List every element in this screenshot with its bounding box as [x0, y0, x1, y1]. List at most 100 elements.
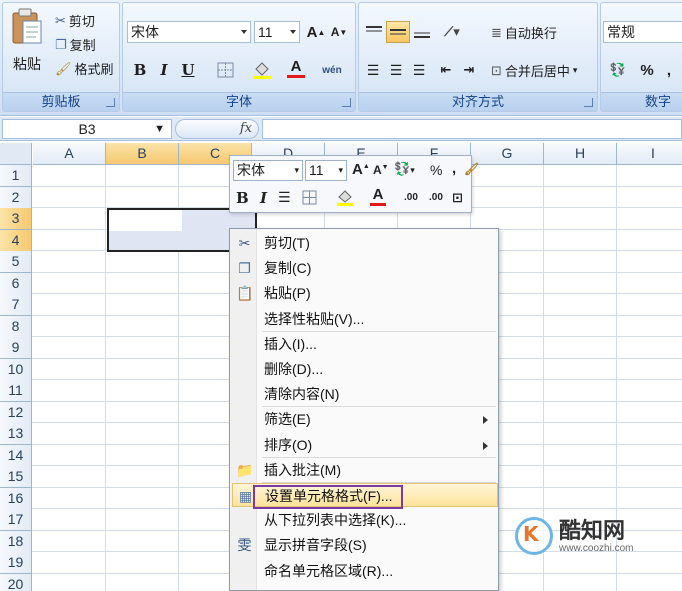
row-header-5[interactable]: 5	[0, 251, 32, 273]
row-header-20[interactable]: 20	[0, 573, 32, 591]
insert-function-icon[interactable]: fx	[240, 121, 252, 136]
mini-increase-decimal-button[interactable]: .00	[404, 192, 418, 203]
wrap-text-button[interactable]: ≣ 自动换行	[491, 23, 557, 42]
increase-indent-button[interactable]: ⇥	[458, 59, 480, 81]
column-header-g[interactable]: G	[471, 143, 544, 165]
font-launcher-icon[interactable]	[342, 98, 351, 107]
mini-font-name-combo[interactable]: 宋体 ▾	[233, 160, 303, 181]
row-header-12[interactable]: 12	[0, 401, 32, 424]
borders-button[interactable]	[211, 59, 241, 81]
menu-item-4[interactable]: 插入(I)...	[232, 332, 498, 356]
mini-fill-color-button[interactable]	[336, 189, 354, 210]
mini-merge-button[interactable]: ⊡	[452, 190, 463, 206]
column-header-b[interactable]: B	[106, 143, 179, 165]
menu-item-5[interactable]: 删除(D)...	[232, 357, 498, 381]
row-header-16[interactable]: 16	[0, 487, 32, 510]
mini-comma-button[interactable]: ,	[452, 160, 456, 177]
scissors-icon: ✂	[238, 235, 251, 251]
row-header-8[interactable]: 8	[0, 315, 32, 338]
brush-icon: 🖌	[55, 60, 72, 76]
phonetic-button[interactable]: wén	[317, 59, 347, 81]
menu-item-3[interactable]: 选择性粘贴(V)...	[232, 307, 498, 331]
menu-item-6[interactable]: 清除内容(N)	[232, 382, 498, 406]
bold-button[interactable]: B	[129, 59, 151, 81]
orientation-button[interactable]: ⟋▾	[437, 21, 467, 43]
menu-item-7[interactable]: 筛选(E)	[232, 407, 498, 431]
chevron-down-icon[interactable]: ▼	[154, 120, 165, 138]
italic-button[interactable]: I	[153, 59, 175, 81]
font-name-value: 宋体	[131, 24, 159, 40]
percent-button[interactable]: %	[637, 59, 657, 81]
row-header-1[interactable]: 1	[0, 165, 32, 187]
mini-format-painter-button[interactable]: 🖌	[464, 162, 479, 176]
row-header-18[interactable]: 18	[0, 530, 32, 553]
outdent-icon: ⇤	[440, 62, 452, 77]
row-header-17[interactable]: 17	[0, 509, 32, 531]
menu-item-9[interactable]: 📁 插入批注(M)	[232, 458, 498, 482]
menu-item-11[interactable]: 从下拉列表中选择(K)...	[232, 508, 498, 532]
align-middle-button[interactable]	[386, 21, 410, 43]
mini-accounting-button[interactable]: 💱▾	[394, 161, 415, 177]
row-header-3[interactable]: 3	[0, 208, 32, 230]
row-header-13[interactable]: 13	[0, 423, 32, 445]
row-header-15[interactable]: 15	[0, 466, 32, 488]
menu-item-8[interactable]: 排序(O)	[232, 433, 498, 457]
mini-borders-button[interactable]	[302, 190, 318, 209]
row-header-14[interactable]: 14	[0, 444, 32, 467]
fill-color-button[interactable]	[247, 59, 277, 81]
menu-item-2[interactable]: 📋 粘贴(P)	[232, 281, 498, 305]
format-painter-button[interactable]: 🖌 格式刷	[55, 59, 114, 78]
row-header-9[interactable]: 9	[0, 337, 32, 359]
select-all-corner[interactable]	[0, 143, 32, 165]
column-header-h[interactable]: H	[544, 143, 617, 165]
cut-button[interactable]: ✂ 剪切	[55, 11, 95, 30]
align-top-button[interactable]	[362, 21, 386, 43]
name-box[interactable]: B3 ▼	[2, 119, 172, 139]
align-left-button[interactable]: ☰	[362, 59, 384, 81]
row-header-6[interactable]: 6	[0, 272, 32, 295]
row-header-7[interactable]: 7	[0, 294, 32, 316]
clipboard-launcher-icon[interactable]	[106, 98, 115, 107]
row-header-2[interactable]: 2	[0, 186, 32, 209]
menu-item-0[interactable]: ✂ 剪切(T)	[232, 231, 498, 255]
alignment-launcher-icon[interactable]	[584, 98, 593, 107]
mini-bold-button[interactable]: B	[236, 189, 249, 207]
active-cell-b3[interactable]	[109, 210, 182, 231]
row-header-4[interactable]: 4	[0, 229, 32, 252]
mini-grow-font-button[interactable]: A▲	[352, 161, 370, 178]
mini-font-size-combo[interactable]: 11 ▾	[305, 160, 347, 181]
copy-button[interactable]: ❐ 复制	[55, 35, 96, 54]
mini-shrink-font-button[interactable]: A▼	[373, 163, 389, 177]
menu-item-13[interactable]: 命名单元格区域(R)...	[232, 559, 498, 583]
menu-item-12[interactable]: 雯显示拼音字段(S)	[232, 533, 498, 557]
number-group-label: 数字	[601, 92, 682, 111]
align-right-button[interactable]: ☰	[408, 59, 430, 81]
font-size-combo[interactable]: 11	[254, 21, 300, 43]
paste-button[interactable]: 粘贴	[7, 7, 47, 87]
row-header-19[interactable]: 19	[0, 552, 32, 574]
menu-item-1[interactable]: ❐ 复制(C)	[232, 256, 498, 280]
formula-input[interactable]	[262, 119, 682, 139]
mini-font-color-button[interactable]: A	[370, 187, 386, 206]
mini-italic-button[interactable]: I	[260, 189, 267, 207]
align-center-button[interactable]: ☰	[385, 59, 407, 81]
grow-font-button[interactable]: A ▲	[305, 21, 327, 43]
shrink-font-button[interactable]: A ▼	[328, 21, 350, 43]
align-bottom-button[interactable]	[410, 21, 434, 43]
merge-center-button[interactable]: ⊡ 合并后居中 ▾	[491, 61, 577, 80]
column-header-a[interactable]: A	[33, 143, 106, 165]
font-name-combo[interactable]: 宋体	[127, 21, 251, 43]
underline-button[interactable]: U	[177, 59, 199, 81]
mini-center-button[interactable]: ☰	[278, 189, 291, 206]
decrease-indent-button[interactable]: ⇤	[435, 59, 457, 81]
comma-button[interactable]: ,	[659, 59, 679, 81]
mini-decrease-decimal-button[interactable]: .00	[429, 192, 443, 203]
currency-icon: 💱	[394, 161, 411, 176]
column-header-i[interactable]: I	[617, 143, 682, 165]
row-header-11[interactable]: 11	[0, 380, 32, 402]
number-format-combo[interactable]: 常规	[603, 21, 682, 43]
mini-percent-button[interactable]: %	[430, 162, 442, 178]
font-color-button[interactable]: A	[283, 57, 309, 79]
accounting-format-button[interactable]: 💱	[603, 59, 633, 81]
row-header-10[interactable]: 10	[0, 358, 32, 381]
